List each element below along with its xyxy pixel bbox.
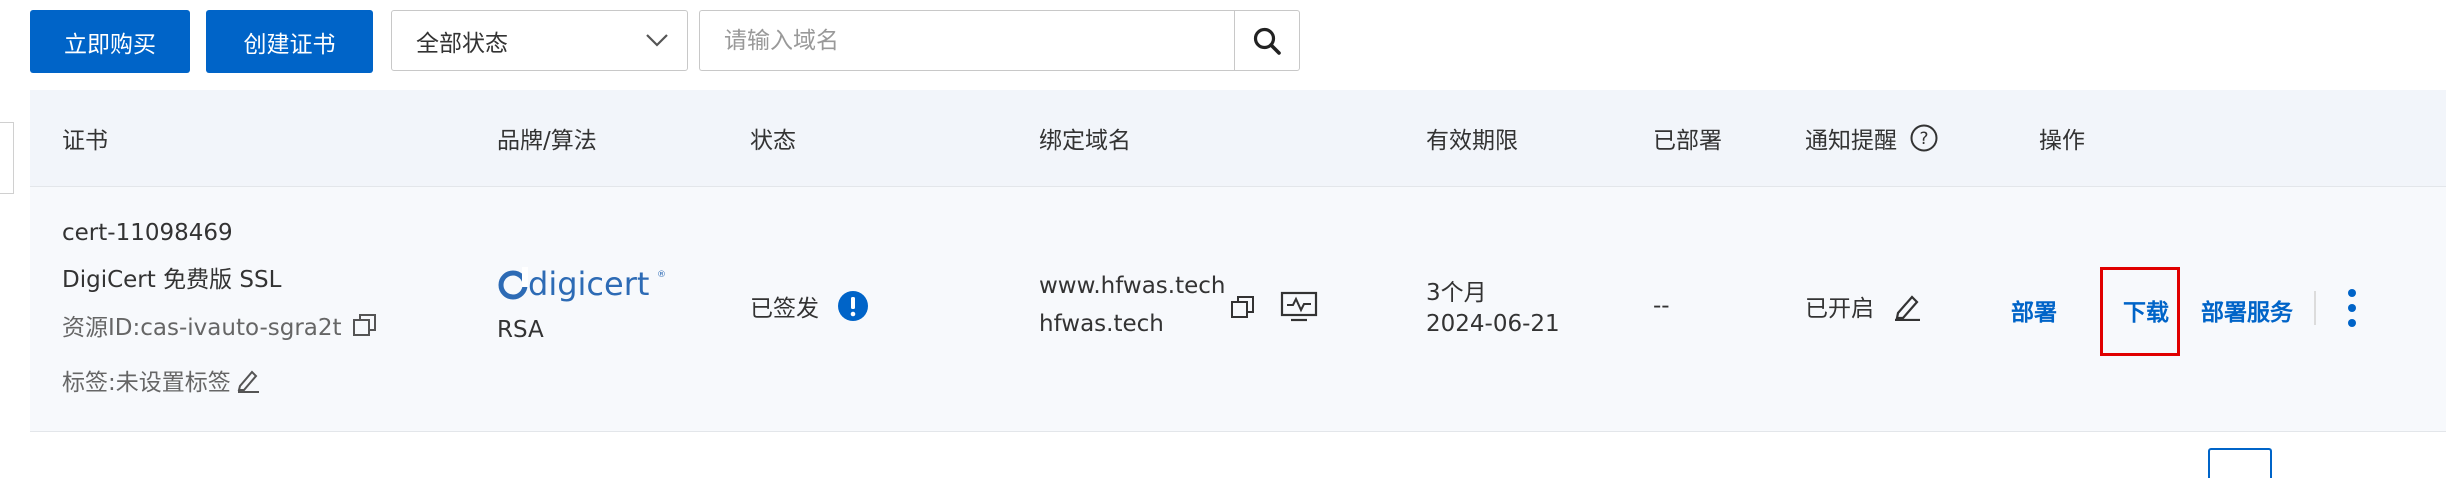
header-brand: 品牌/算法: [497, 128, 597, 154]
chevron-down-icon: [646, 34, 668, 47]
resource-id-text: 资源ID:cas-ivauto-sgra2t: [62, 315, 342, 341]
validity-date: 2024-06-21: [1426, 311, 1560, 337]
header-status: 状态: [750, 128, 796, 154]
monitor-icon[interactable]: [1280, 291, 1318, 323]
more-vertical-icon[interactable]: [2346, 288, 2358, 328]
notify-status: 已开启: [1805, 289, 1922, 323]
status-select-value: 全部状态: [416, 30, 508, 57]
pagination-box[interactable]: [2208, 448, 2272, 478]
header-deployed: 已部署: [1653, 128, 1722, 154]
domain-search-input[interactable]: [699, 10, 1235, 71]
svg-text:?: ?: [1919, 129, 1928, 149]
status-text: 已签发: [750, 296, 819, 322]
search-icon: [1253, 27, 1281, 55]
domain-2: hfwas.tech: [1039, 311, 1164, 337]
action-divider: [2314, 291, 2316, 325]
help-icon[interactable]: ?: [1909, 123, 1939, 153]
create-certificate-button[interactable]: 创建证书: [206, 10, 373, 73]
buy-now-button[interactable]: 立即购买: [30, 10, 190, 73]
tag-label: 标签:未设置标签: [62, 370, 231, 396]
download-highlight-box: [2100, 267, 2180, 356]
algorithm: RSA: [497, 317, 544, 343]
status-select[interactable]: 全部状态: [391, 10, 688, 71]
status: 已签发: [750, 289, 869, 323]
table-header: 证书 品牌/算法 状态 绑定域名 有效期限 已部署 通知提醒 ? 操作: [30, 90, 2446, 187]
header-domain: 绑定域名: [1039, 128, 1131, 154]
resource-id: 资源ID:cas-ivauto-sgra2t: [62, 308, 378, 342]
cert-name: cert-11098469: [62, 220, 233, 246]
edit-icon[interactable]: [235, 367, 261, 393]
header-cert: 证书: [62, 128, 108, 154]
search-button[interactable]: [1234, 10, 1300, 71]
deploy-service-link[interactable]: 部署服务: [2201, 293, 2293, 327]
header-notify: 通知提醒 ?: [1805, 90, 1939, 186]
edit-icon[interactable]: [1892, 291, 1922, 321]
copy-icon[interactable]: [352, 312, 378, 338]
deploy-link[interactable]: 部署: [2011, 293, 2057, 327]
side-panel-handle[interactable]: [0, 122, 14, 194]
header-actions: 操作: [2039, 128, 2085, 154]
info-icon[interactable]: [837, 290, 869, 322]
copy-icon[interactable]: [1230, 294, 1256, 320]
domain-1: www.hfwas.tech: [1039, 273, 1226, 299]
cert-product: DigiCert 免费版 SSL: [62, 267, 282, 293]
header-notify-label: 通知提醒: [1805, 128, 1897, 154]
deployed-count: --: [1653, 293, 1670, 319]
header-validity: 有效期限: [1426, 128, 1518, 154]
digicert-logo: digicert ®: [497, 263, 667, 313]
tag-info[interactable]: 标签:未设置标签: [62, 363, 261, 397]
digicert-logo-text: digicert: [528, 265, 649, 303]
svg-text:®: ®: [657, 270, 666, 280]
validity-period: 3个月: [1426, 280, 1487, 306]
table-row: cert-11098469 DigiCert 免费版 SSL 资源ID:cas-…: [30, 187, 2446, 432]
notify-status-text: 已开启: [1805, 296, 1874, 322]
